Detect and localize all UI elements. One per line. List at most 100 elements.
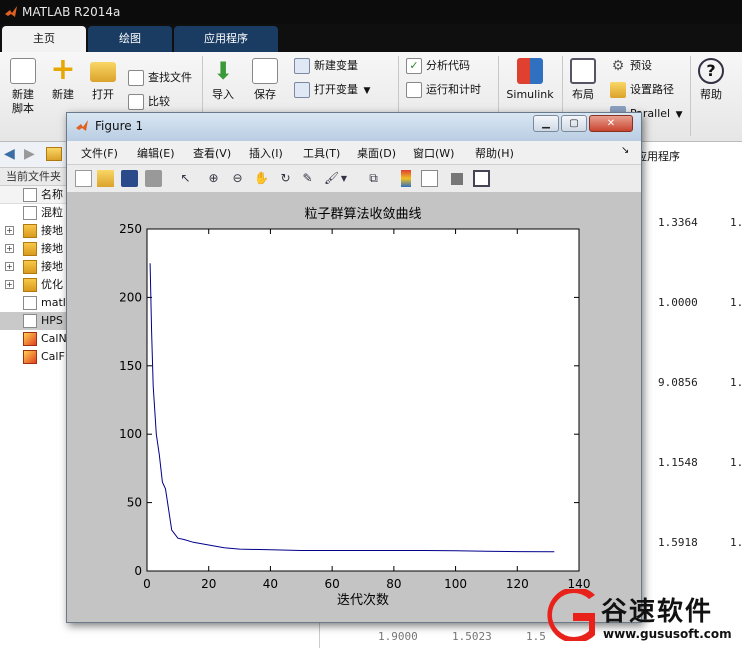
pointer-icon[interactable]: ↖	[177, 170, 194, 187]
help-button[interactable]: ? 帮助	[696, 58, 726, 102]
menu-dock-arrow-icon[interactable]: ↘	[621, 145, 629, 156]
figure-window[interactable]: Figure 1 ▁ ▢ ✕ 文件(F) 编辑(E) 查看(V) 插入(I) 工…	[66, 112, 642, 623]
tab-home[interactable]: 主页	[2, 26, 86, 52]
expand-icon[interactable]: +	[5, 226, 14, 235]
expand-icon[interactable]: +	[5, 280, 14, 289]
output-value-col2: 1.	[730, 216, 742, 229]
m-file-icon	[23, 314, 37, 328]
save-workspace-button[interactable]: 保存	[250, 58, 280, 102]
analyze-code-label: 分析代码	[426, 59, 470, 72]
data-cursor-icon[interactable]: ✎	[299, 170, 316, 187]
colorbar-icon[interactable]	[401, 170, 411, 187]
find-files-icon	[128, 70, 144, 86]
compare-button[interactable]: 比较	[128, 94, 170, 110]
new-variable-label: 新建变量	[314, 59, 358, 72]
menu-desktop[interactable]: 桌面(D)	[357, 145, 396, 161]
open-variable-dropdown-icon[interactable]: ▼	[364, 86, 371, 96]
legend-icon[interactable]	[421, 170, 438, 187]
folder-icon	[23, 224, 37, 238]
tab-apps[interactable]: 应用程序	[174, 26, 278, 52]
compare-label: 比较	[148, 95, 170, 108]
run-and-time-button[interactable]: 运行和计时	[406, 82, 481, 98]
set-path-button[interactable]: 设置路径	[610, 82, 674, 98]
forward-arrow-icon[interactable]: ▶	[24, 146, 35, 162]
expand-icon[interactable]: +	[5, 244, 14, 253]
open-file-icon[interactable]	[97, 170, 114, 187]
output-value-col2: 1.	[730, 296, 742, 309]
menu-insert[interactable]: 插入(I)	[249, 145, 283, 161]
figure-menubar: 文件(F) 编辑(E) 查看(V) 插入(I) 工具(T) 桌面(D) 窗口(W…	[67, 141, 641, 165]
minimize-button[interactable]: ▁	[533, 115, 559, 132]
folder-icon	[23, 278, 37, 292]
x-tick-label: 120	[506, 577, 529, 591]
menu-file[interactable]: 文件(F)	[81, 145, 118, 161]
save-icon[interactable]	[121, 170, 138, 187]
maximize-button[interactable]: ▢	[561, 115, 587, 132]
import-label: 导入	[212, 88, 234, 101]
file-list-item-label: matl	[41, 296, 66, 309]
ribbon-tabs: 主页 绘图 应用程序	[0, 24, 742, 52]
tab-plots[interactable]: 绘图	[88, 26, 172, 52]
new-button[interactable]: + 新建	[46, 52, 80, 102]
y-tick-label: 50	[127, 496, 142, 510]
help-label: 帮助	[700, 88, 722, 101]
up-folder-icon[interactable]	[46, 147, 62, 161]
brush-dropdown-icon[interactable]: ▼	[339, 170, 349, 187]
preferences-button[interactable]: ⚙ 预设	[610, 58, 652, 74]
right-panel-title: 应用程序	[636, 150, 680, 163]
save-label: 保存	[254, 88, 276, 101]
menu-view[interactable]: 查看(V)	[193, 145, 231, 161]
new-figure-icon[interactable]	[75, 170, 92, 187]
open-label: 打开	[92, 88, 114, 101]
set-path-label: 设置路径	[630, 83, 674, 96]
new-variable-button[interactable]: 新建变量	[294, 58, 358, 74]
find-files-label: 查找文件	[148, 71, 192, 84]
link-plot-icon[interactable]: ⧉	[365, 170, 382, 187]
figure-titlebar[interactable]: Figure 1 ▁ ▢ ✕	[67, 113, 641, 141]
back-arrow-icon[interactable]: ◀	[4, 146, 15, 162]
new-script-label: 新建 脚本	[12, 88, 34, 115]
analyze-code-button[interactable]: ✓ 分析代码	[406, 58, 470, 74]
zoom-out-icon[interactable]: ⊖	[229, 170, 246, 187]
main-window-title: MATLAB R2014a	[22, 5, 121, 19]
output-value-col2: 1.	[730, 536, 742, 549]
output-value-partial: 1.9000	[378, 630, 418, 643]
menu-tools[interactable]: 工具(T)	[303, 145, 340, 161]
pan-hand-icon[interactable]: ✋	[253, 170, 270, 187]
print-icon[interactable]	[145, 170, 162, 187]
new-script-button[interactable]: 新建 脚本	[6, 58, 40, 116]
open-variable-button[interactable]: 打开变量 ▼	[294, 82, 370, 99]
figure-file-icon	[23, 350, 37, 364]
find-files-button[interactable]: 查找文件	[128, 70, 192, 86]
layout-label: 布局	[572, 88, 594, 101]
import-arrow-icon: ⬇	[212, 57, 234, 85]
run-and-time-label: 运行和计时	[426, 83, 481, 96]
layout-button[interactable]: 布局	[568, 58, 598, 102]
brush-icon[interactable]: 🖌	[323, 170, 340, 187]
menu-help[interactable]: 帮助(H)	[475, 145, 514, 161]
show-plot-tools-icon[interactable]	[473, 170, 490, 187]
import-button[interactable]: ⬇ 导入	[208, 58, 238, 102]
x-tick-label: 0	[143, 577, 151, 591]
zoom-in-icon[interactable]: ⊕	[205, 170, 222, 187]
output-value: 1.3364	[658, 216, 698, 229]
gususoft-logo-icon	[547, 589, 595, 641]
close-button[interactable]: ✕	[589, 115, 633, 132]
menu-window[interactable]: 窗口(W)	[413, 145, 454, 161]
simulink-button[interactable]: Simulink	[504, 58, 556, 102]
new-plus-icon: +	[50, 52, 76, 87]
open-button[interactable]: 打开	[86, 58, 120, 102]
menu-edit[interactable]: 编辑(E)	[137, 145, 175, 161]
open-folder-icon	[90, 62, 116, 82]
folder-icon	[23, 242, 37, 256]
file-list-item-label: 接地	[41, 242, 63, 255]
hide-plot-tools-icon[interactable]	[451, 173, 463, 185]
x-tick-label: 60	[325, 577, 340, 591]
simulink-label: Simulink	[506, 88, 554, 101]
expand-icon[interactable]: +	[5, 262, 14, 271]
parallel-dropdown-icon[interactable]: ▼	[676, 110, 683, 120]
y-tick-label: 150	[119, 359, 142, 373]
open-variable-label: 打开变量	[314, 83, 358, 96]
rotate-3d-icon[interactable]: ↻	[277, 170, 294, 187]
preferences-label: 预设	[630, 59, 652, 72]
